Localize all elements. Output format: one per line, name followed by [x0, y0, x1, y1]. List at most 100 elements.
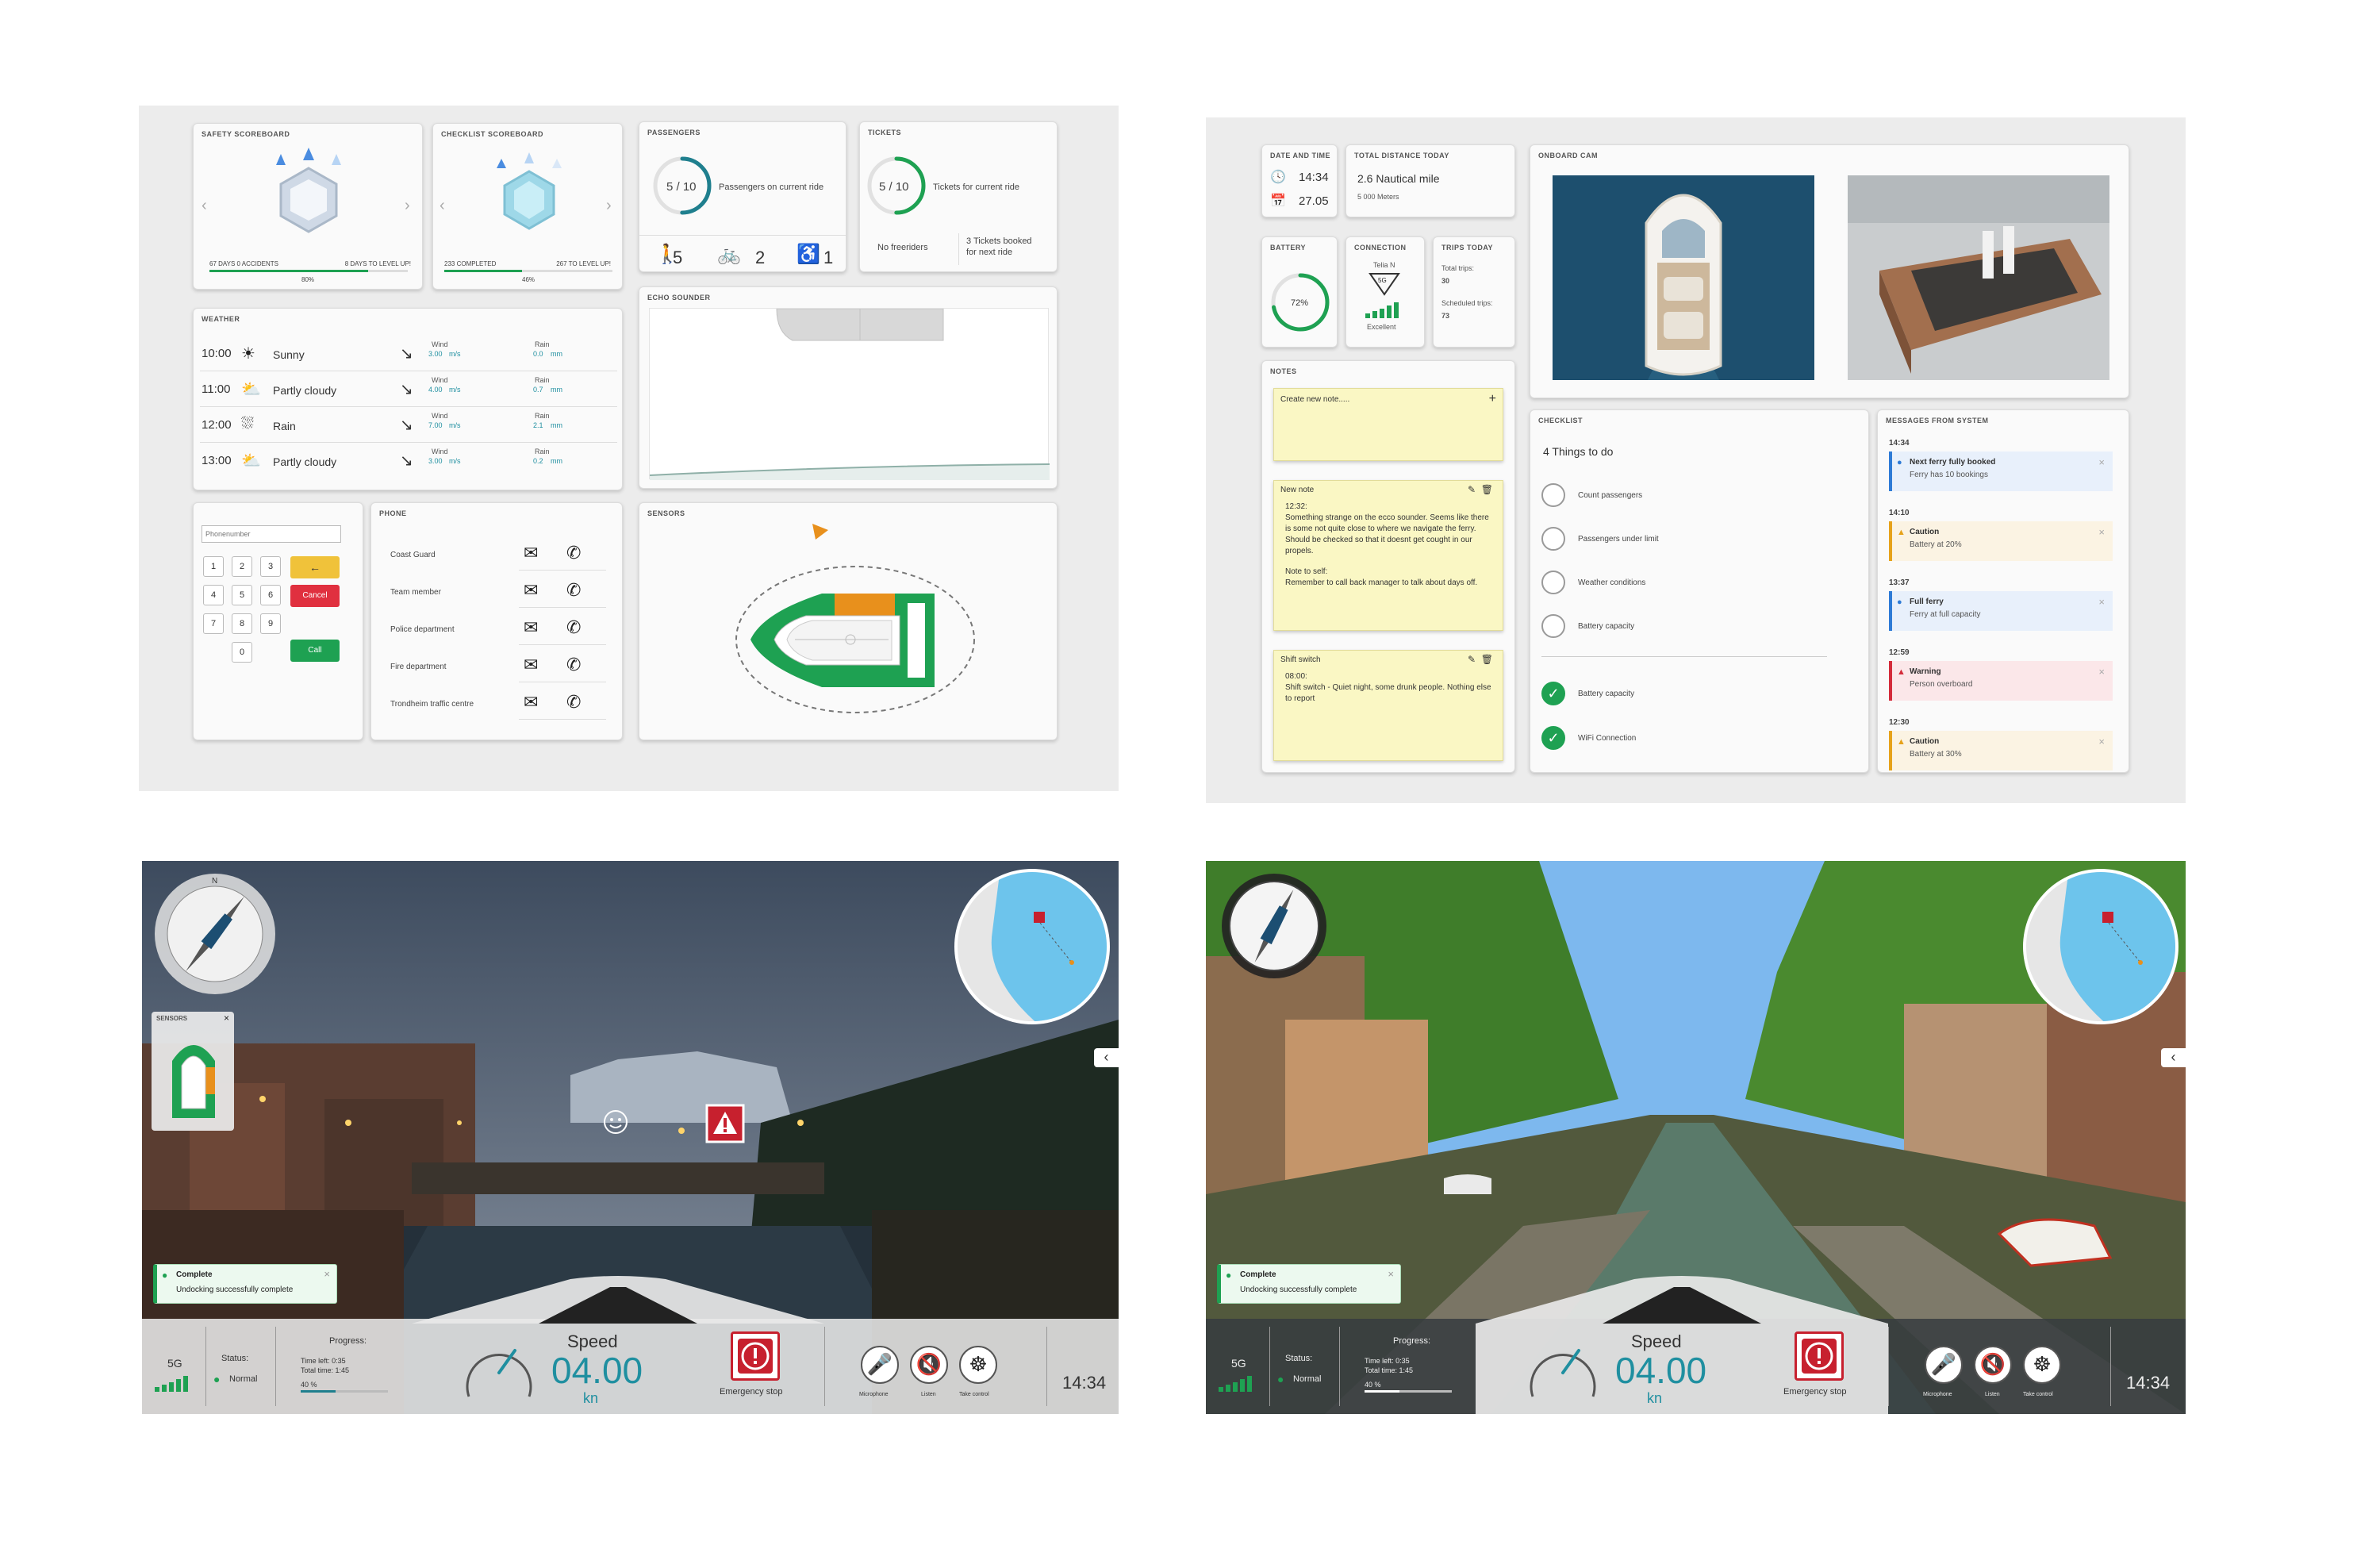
message-item[interactable]: ▲ Caution Battery at 20% ×	[1889, 521, 2113, 561]
close-icon[interactable]: ×	[2098, 666, 2105, 678]
emergency-stop-button[interactable]	[1795, 1331, 1844, 1381]
keypad-key[interactable]: 4	[203, 585, 224, 605]
checkbox-unchecked[interactable]	[1541, 527, 1565, 551]
close-icon[interactable]: ×	[2098, 526, 2105, 538]
phone-icon[interactable]: ✆	[566, 619, 581, 636]
close-icon[interactable]: ×	[2098, 456, 2105, 468]
alert-icon	[1802, 1339, 1837, 1374]
next-arrow-icon[interactable]: ›	[405, 197, 410, 215]
message-item[interactable]: ▲ Caution Battery at 30% ×	[1889, 731, 2113, 770]
checkbox-unchecked[interactable]	[1541, 571, 1565, 594]
minimap[interactable]	[953, 867, 1111, 1026]
weather-condition: Rain	[273, 420, 296, 432]
phone-icon[interactable]: ✆	[566, 656, 581, 674]
prev-arrow-icon[interactable]: ‹	[440, 197, 445, 215]
close-icon[interactable]: ×	[224, 1012, 229, 1024]
keypad-key[interactable]: 6	[260, 585, 281, 605]
message-title: Full ferry	[1910, 597, 1944, 606]
microphone-off-button[interactable]: 🎤	[861, 1346, 899, 1384]
keypad-key[interactable]: 8	[232, 613, 252, 634]
wind-direction-icon: ↘	[400, 381, 413, 398]
close-icon[interactable]: ×	[2098, 596, 2105, 608]
compass-icon[interactable]: N	[152, 870, 278, 997]
weather-row: 12:00 ⛆ Rain ↘ Wind 7.00 m/s Rain 2.1 mm	[194, 407, 622, 443]
mail-icon[interactable]: ✉	[524, 544, 538, 562]
mail-icon[interactable]: ✉	[524, 582, 538, 599]
signal-bars-icon	[155, 1376, 188, 1392]
close-icon[interactable]: ×	[324, 1268, 330, 1280]
call-button[interactable]: Call	[290, 640, 340, 662]
total-time: Total time: 1:45	[301, 1366, 350, 1374]
emergency-stop-button[interactable]	[731, 1331, 780, 1381]
close-icon[interactable]: ×	[1388, 1268, 1394, 1280]
prev-arrow-icon[interactable]: ‹	[202, 197, 207, 215]
take-control-button[interactable]: ☸	[959, 1346, 997, 1384]
phone-icon[interactable]: ✆	[566, 694, 581, 711]
phone-icon[interactable]: ✆	[566, 544, 581, 562]
edit-icon[interactable]: ✎	[1468, 654, 1476, 665]
dashboard-1: Safety scoreboard ‹ › 67 days 0 accident…	[139, 106, 1119, 791]
status-label: Status:	[1285, 1354, 1313, 1363]
keypad-key[interactable]: 1	[203, 556, 224, 577]
compass-icon[interactable]	[1219, 870, 1330, 982]
minimap[interactable]	[2021, 867, 2180, 1026]
checklist-heading: 4 Things to do	[1543, 445, 1614, 458]
next-arrow-icon[interactable]: ›	[606, 197, 612, 215]
microphone-off-button[interactable]: 🎤	[1925, 1346, 1963, 1384]
checkbox-checked[interactable]: ✓	[1541, 726, 1565, 750]
checkbox-unchecked[interactable]	[1541, 483, 1565, 507]
create-note-field[interactable]: Create new note..... +	[1273, 388, 1503, 461]
keypad-key[interactable]: 9	[260, 613, 281, 634]
note-item[interactable]: Shift switch ✎ 🗑 08:00: Shift switch - Q…	[1273, 650, 1503, 761]
camera-feed-top-view[interactable]	[1553, 175, 1814, 380]
bike-count: 2	[755, 248, 766, 267]
take-control-button[interactable]: ☸	[2023, 1346, 2061, 1384]
checklist-item-label: Battery capacity	[1578, 690, 1635, 698]
close-icon[interactable]: ×	[2098, 736, 2105, 747]
checkbox-checked[interactable]: ✓	[1541, 682, 1565, 705]
message-item[interactable]: ● Next ferry fully booked Ferry has 10 boo…	[1889, 451, 2113, 491]
trash-icon[interactable]: 🗑	[1481, 654, 1493, 665]
phone-number-input[interactable]	[202, 525, 341, 543]
progress-track	[1365, 1390, 1452, 1393]
note-item[interactable]: New note ✎ 🗑 12:32: Something strange on…	[1273, 480, 1503, 631]
camera-feed-deck-view[interactable]	[1848, 175, 2109, 380]
keypad-key[interactable]: 0	[232, 642, 252, 663]
network-triangle-icon	[1368, 273, 1400, 296]
message-item[interactable]: ▲ Warning Person overboard ×	[1889, 661, 2113, 701]
date-time-card: Date and time 🕓 14:34 📅 27.05	[1261, 144, 1338, 217]
listen-off-button[interactable]: 🔇	[1974, 1346, 2012, 1384]
listen-off-button[interactable]: 🔇	[910, 1346, 948, 1384]
mail-icon[interactable]: ✉	[524, 694, 538, 711]
checkbox-unchecked[interactable]	[1541, 614, 1565, 638]
hazard-marker-icon[interactable]	[705, 1104, 745, 1143]
keypad-key[interactable]: 3	[260, 556, 281, 577]
checklist-card: Checklist 4 Things to do Count passenger…	[1530, 409, 1869, 773]
echo-sounder-card: Echo sounder	[639, 286, 1058, 489]
direction-marker-icon	[812, 524, 828, 540]
backspace-button[interactable]: ←	[290, 556, 340, 578]
cancel-button[interactable]: Cancel	[290, 585, 340, 607]
face-marker-icon[interactable]	[602, 1109, 629, 1135]
mail-icon[interactable]: ✉	[524, 656, 538, 674]
message-body: Person overboard	[1910, 680, 1973, 689]
message-item[interactable]: ● Full ferry Ferry at full capacity ×	[1889, 591, 2113, 631]
network-generation: 5G	[1378, 277, 1387, 284]
phone-icon[interactable]: ✆	[566, 582, 581, 599]
mail-icon[interactable]: ✉	[524, 619, 538, 636]
keypad-key[interactable]: 2	[232, 556, 252, 577]
onboard-cam-card: Onboard cam	[1530, 144, 2129, 398]
keypad-key[interactable]: 5	[232, 585, 252, 605]
divider	[824, 1327, 825, 1406]
edit-icon[interactable]: ✎	[1468, 484, 1476, 495]
phone-card: Phone Coast Guard ✉ ✆ Team member ✉ ✆ Police d…	[370, 502, 623, 740]
rain-unit: mm	[551, 350, 562, 358]
side-panel-toggle[interactable]: ‹	[2161, 1048, 2186, 1067]
card-title: Safety scoreboard	[202, 130, 290, 138]
trash-icon[interactable]: 🗑	[1481, 484, 1493, 495]
keypad-key[interactable]: 7	[203, 613, 224, 634]
note-title: New note	[1280, 486, 1315, 494]
plus-icon[interactable]: +	[1489, 392, 1496, 406]
side-panel-toggle[interactable]: ‹	[1094, 1048, 1119, 1067]
info-icon: ●	[1897, 597, 1902, 607]
